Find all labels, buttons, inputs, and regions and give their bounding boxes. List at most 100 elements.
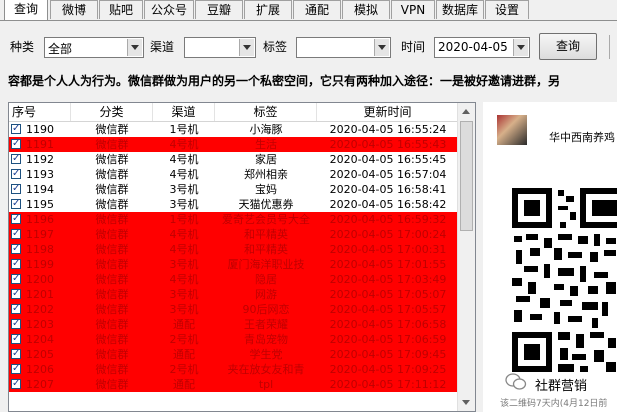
row-checkbox[interactable] xyxy=(11,166,21,181)
cell-category: 微信群 xyxy=(95,378,129,391)
row-checkbox[interactable] xyxy=(11,331,21,346)
chevron-down-icon[interactable] xyxy=(513,39,528,56)
tab-tieba[interactable]: 贴吧 xyxy=(99,0,143,19)
row-checkbox[interactable] xyxy=(11,271,21,286)
table-row[interactable]: 1198 微信群 4号机 和平精英 2020-04-05 17:00:31 xyxy=(9,241,459,257)
tab-douban[interactable]: 豆瓣 xyxy=(195,0,243,19)
cell-tag: 天猫优惠券 xyxy=(238,198,294,211)
cell-channel: 1号机 xyxy=(169,123,199,136)
tab-settings[interactable]: 设置 xyxy=(485,0,529,19)
row-checkbox[interactable] xyxy=(11,316,21,331)
row-checkbox[interactable] xyxy=(11,121,21,136)
cell-channel: 3号机 xyxy=(169,258,199,271)
tab-bar: 查询 微博 贴吧 公众号 豆瓣 扩展 通配 模拟 VPN 数据库 设置 xyxy=(0,0,617,21)
cell-category: 微信群 xyxy=(95,303,129,316)
cell-update-time: 2020-04-05 17:05:07 xyxy=(329,288,447,301)
cell-update-time: 2020-04-05 16:58:41 xyxy=(329,183,447,196)
row-checkbox[interactable] xyxy=(11,376,21,391)
tag-select[interactable] xyxy=(296,37,391,58)
cell-channel: 3号机 xyxy=(169,288,199,301)
tab-weibo[interactable]: 微博 xyxy=(50,0,98,19)
tab-wildcard[interactable]: 通配 xyxy=(293,0,341,19)
tab-query[interactable]: 查询 xyxy=(4,0,48,20)
cell-category: 微信群 xyxy=(95,168,129,181)
table-row[interactable]: 1202 微信群 3号机 90后网恋 2020-04-05 17:05:57 xyxy=(9,301,459,317)
tab-simulate[interactable]: 模拟 xyxy=(342,0,390,19)
cell-id: 1198 xyxy=(26,243,54,256)
scroll-thumb[interactable] xyxy=(460,121,473,231)
cell-update-time: 2020-04-05 17:00:24 xyxy=(329,228,447,241)
cell-tag: 郑州相亲 xyxy=(244,168,288,181)
table-row[interactable]: 1190 微信群 1号机 小海豚 2020-04-05 16:55:24 xyxy=(9,121,459,137)
toolbar-divider xyxy=(609,35,610,59)
chevron-down-icon[interactable] xyxy=(374,39,389,56)
tab-vpn[interactable]: VPN xyxy=(391,0,435,19)
table-row[interactable]: 1192 微信群 4号机 家居 2020-04-05 16:55:45 xyxy=(9,151,459,167)
table-row[interactable]: 1195 微信群 3号机 天猫优惠券 2020-04-05 16:58:42 xyxy=(9,196,459,212)
header-update-time[interactable]: 更新时间 xyxy=(317,103,459,121)
cell-tag: 网游 xyxy=(255,288,277,301)
tab-database[interactable]: 数据库 xyxy=(436,0,484,19)
cell-category: 微信群 xyxy=(95,363,129,376)
chevron-down-icon[interactable] xyxy=(239,39,254,56)
table-row[interactable]: 1194 微信群 3号机 宝妈 2020-04-05 16:58:41 xyxy=(9,181,459,197)
cell-update-time: 2020-04-05 17:06:58 xyxy=(329,318,447,331)
chevron-down-icon[interactable] xyxy=(127,39,142,56)
table-row[interactable]: 1191 微信群 4号机 生活 2020-04-05 16:55:43 xyxy=(9,136,459,152)
category-label: 种类 xyxy=(10,40,35,54)
notice-marquee: 容都是个人人为行为。微信群做为用户的另一个私密空间，它只有两种加入途径：一是被好… xyxy=(8,74,561,88)
row-checkbox[interactable] xyxy=(11,241,21,256)
category-select[interactable]: 全部 xyxy=(44,37,144,58)
scroll-down-button[interactable] xyxy=(458,394,475,411)
table-row[interactable]: 1199 微信群 3号机 厦门海洋职业技 2020-04-05 17:01:55 xyxy=(9,256,459,272)
table-row[interactable]: 1196 微信群 1号机 爱奇艺会员号大全 2020-04-05 16:59:32 xyxy=(9,211,459,227)
table-body: 1190 微信群 1号机 小海豚 2020-04-05 16:55:24 1191 微信群 4… xyxy=(9,121,459,392)
row-checkbox[interactable] xyxy=(11,136,21,151)
table-row[interactable]: 1203 微信群 通配 王者荣耀 2020-04-05 17:06:58 xyxy=(9,316,459,332)
cell-tag: 小海豚 xyxy=(249,123,283,136)
cell-channel: 2号机 xyxy=(169,333,199,346)
query-button[interactable]: 查询 xyxy=(539,33,597,60)
header-category[interactable]: 分类 xyxy=(71,103,153,121)
table-row[interactable]: 1206 微信群 2号机 夹在放女友和青 2020-04-05 17:09:25 xyxy=(9,361,459,377)
row-checkbox[interactable] xyxy=(11,181,21,196)
table-row[interactable]: 1204 微信群 2号机 青岛宠物 2020-04-05 17:06:59 xyxy=(9,331,459,347)
channel-select[interactable] xyxy=(184,37,256,58)
table-row[interactable]: 1197 微信群 4号机 和平精英 2020-04-05 17:00:24 xyxy=(9,226,459,242)
cell-tag: 夹在放女友和青 xyxy=(227,363,305,376)
table-row[interactable]: 1201 微信群 3号机 网游 2020-04-05 17:05:07 xyxy=(9,286,459,302)
cell-id: 1195 xyxy=(26,198,54,211)
tab-extension[interactable]: 扩展 xyxy=(244,0,292,19)
cell-tag: 学生党 xyxy=(249,348,283,361)
row-checkbox[interactable] xyxy=(11,361,21,376)
row-checkbox[interactable] xyxy=(11,286,21,301)
table-header: 序号 分类 渠道 标签 更新时间 xyxy=(9,103,459,122)
cell-update-time: 2020-04-05 17:06:59 xyxy=(329,333,447,346)
row-checkbox[interactable] xyxy=(11,196,21,211)
scroll-up-button[interactable] xyxy=(458,103,475,120)
cell-tag: tpl xyxy=(258,378,274,391)
tab-official-account[interactable]: 公众号 xyxy=(144,0,194,19)
row-checkbox[interactable] xyxy=(11,256,21,271)
table-row[interactable]: 1200 微信群 4号机 隐居 2020-04-05 17:03:49 xyxy=(9,271,459,287)
header-id[interactable]: 序号 xyxy=(9,103,71,121)
row-checkbox[interactable] xyxy=(11,226,21,241)
row-checkbox[interactable] xyxy=(11,301,21,316)
cell-tag: 青岛宠物 xyxy=(244,333,288,346)
date-picker[interactable]: 2020-04-05 xyxy=(434,37,530,58)
table-row[interactable]: 1207 微信群 通配 tpl 2020-04-05 17:11:12 xyxy=(9,376,459,392)
cell-category: 微信群 xyxy=(95,153,129,166)
row-checkbox[interactable] xyxy=(11,346,21,361)
header-channel[interactable]: 渠道 xyxy=(153,103,215,121)
cell-category: 微信群 xyxy=(95,273,129,286)
cell-id: 1197 xyxy=(26,228,54,241)
cell-category: 微信群 xyxy=(95,183,129,196)
row-checkbox[interactable] xyxy=(11,211,21,226)
cell-tag: 宝妈 xyxy=(255,183,277,196)
vertical-scrollbar[interactable] xyxy=(457,103,475,411)
table-row[interactable]: 1193 微信群 4号机 郑州相亲 2020-04-05 16:57:04 xyxy=(9,166,459,182)
table-row[interactable]: 1205 微信群 通配 学生党 2020-04-05 17:09:45 xyxy=(9,346,459,362)
cell-channel: 2号机 xyxy=(169,363,199,376)
header-tag[interactable]: 标签 xyxy=(215,103,317,121)
row-checkbox[interactable] xyxy=(11,151,21,166)
